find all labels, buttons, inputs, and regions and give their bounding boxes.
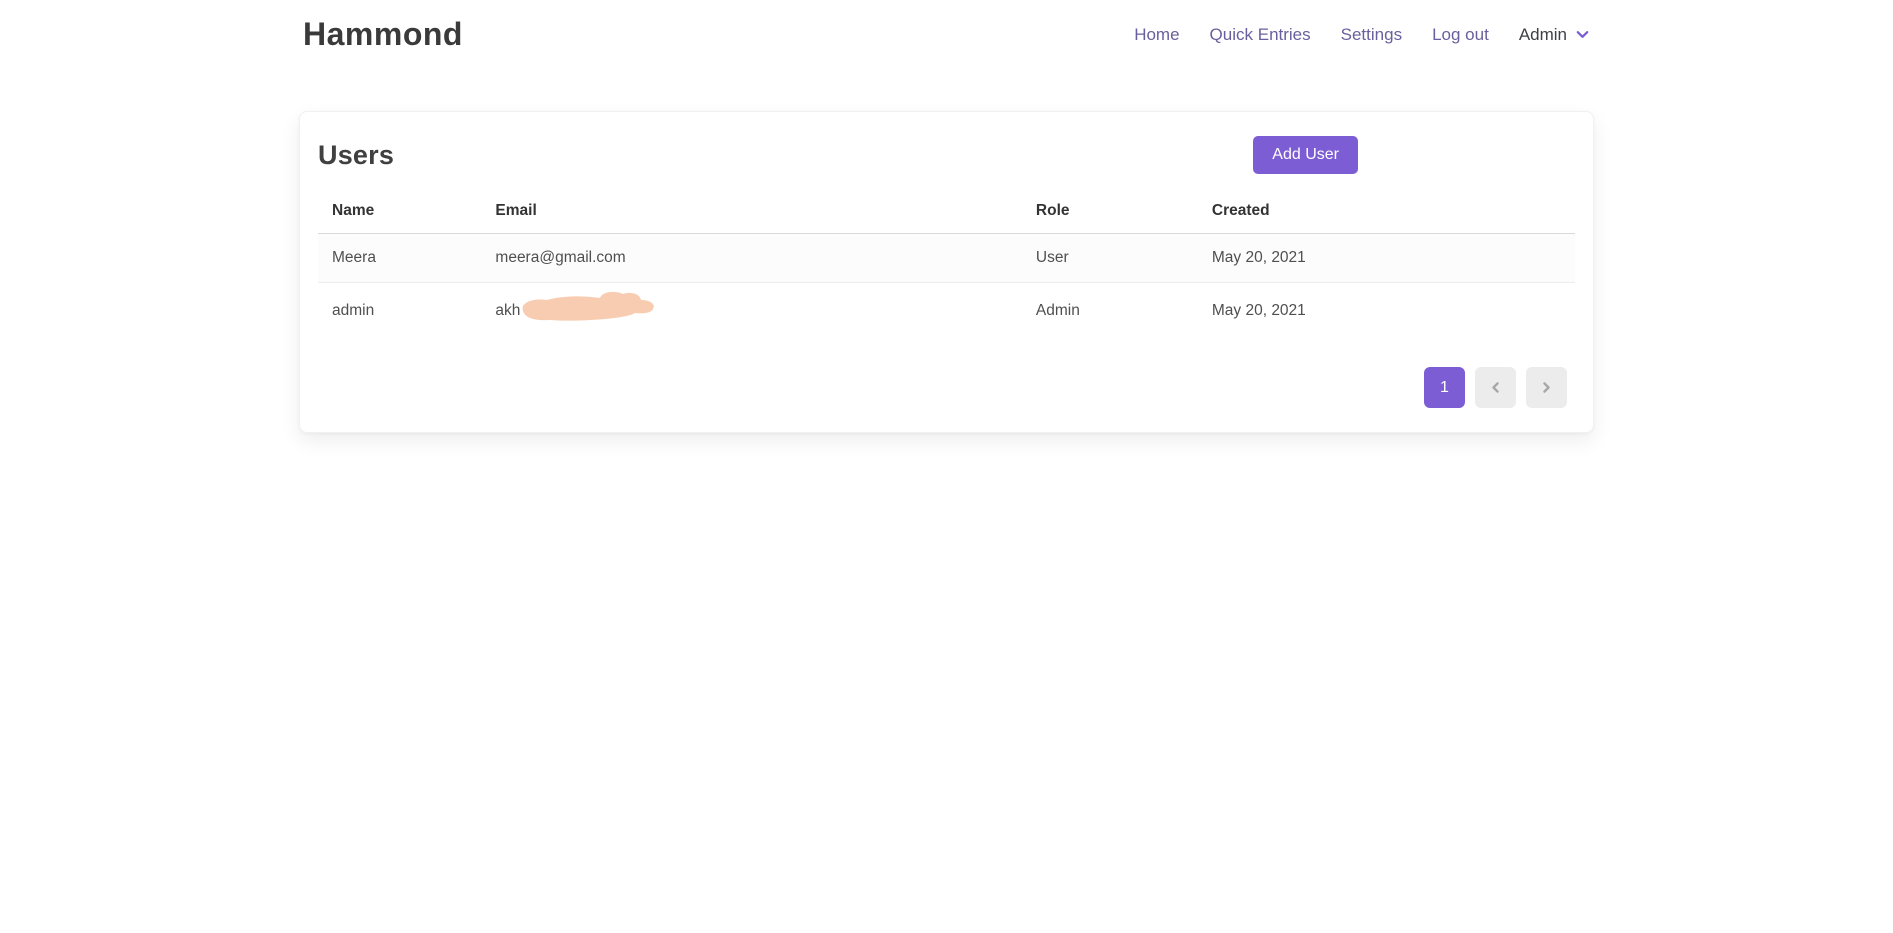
nav-item-settings[interactable]: Settings bbox=[1341, 25, 1402, 45]
nav-item-quick-entries[interactable]: Quick Entries bbox=[1210, 25, 1311, 45]
table-header-row: Name Email Role Created bbox=[318, 194, 1575, 234]
cell-role: User bbox=[1022, 234, 1198, 283]
user-menu[interactable]: Admin bbox=[1519, 25, 1590, 45]
page-title: Users bbox=[318, 140, 394, 171]
chevron-right-icon bbox=[1540, 381, 1553, 394]
next-page-button[interactable] bbox=[1526, 367, 1567, 408]
users-table: Name Email Role Created Meera meera@gmai… bbox=[318, 194, 1575, 339]
brand-logo[interactable]: Hammond bbox=[303, 16, 463, 53]
cell-email: akh bbox=[481, 283, 1022, 340]
cell-email: meera@gmail.com bbox=[481, 234, 1022, 283]
cell-name: admin bbox=[318, 283, 481, 340]
table-row: Meera meera@gmail.com User May 20, 2021 bbox=[318, 234, 1575, 283]
nav-item-home[interactable]: Home bbox=[1134, 25, 1179, 45]
redaction-scribble bbox=[516, 288, 656, 328]
pagination: 1 bbox=[318, 367, 1567, 408]
cell-created: May 20, 2021 bbox=[1198, 234, 1575, 283]
column-header-name: Name bbox=[318, 194, 481, 234]
table-row: admin akh Admin May 20, 2021 bbox=[318, 283, 1575, 340]
prev-page-button[interactable] bbox=[1475, 367, 1516, 408]
main-nav: Home Quick Entries Settings Log out Admi… bbox=[1134, 25, 1590, 45]
card-header: Users Add User bbox=[318, 136, 1575, 174]
column-header-role: Role bbox=[1022, 194, 1198, 234]
page-1-button[interactable]: 1 bbox=[1424, 367, 1465, 408]
chevron-left-icon bbox=[1489, 381, 1502, 394]
nav-item-logout[interactable]: Log out bbox=[1432, 25, 1489, 45]
cell-name: Meera bbox=[318, 234, 481, 283]
chevron-down-icon bbox=[1575, 27, 1590, 42]
user-menu-label: Admin bbox=[1519, 25, 1567, 45]
users-card: Users Add User Name Email Role Created M… bbox=[299, 111, 1594, 433]
app-header: Hammond Home Quick Entries Settings Log … bbox=[0, 0, 1893, 53]
cell-role: Admin bbox=[1022, 283, 1198, 340]
column-header-created: Created bbox=[1198, 194, 1575, 234]
cell-created: May 20, 2021 bbox=[1198, 283, 1575, 340]
add-user-button[interactable]: Add User bbox=[1253, 136, 1358, 174]
column-header-email: Email bbox=[481, 194, 1022, 234]
